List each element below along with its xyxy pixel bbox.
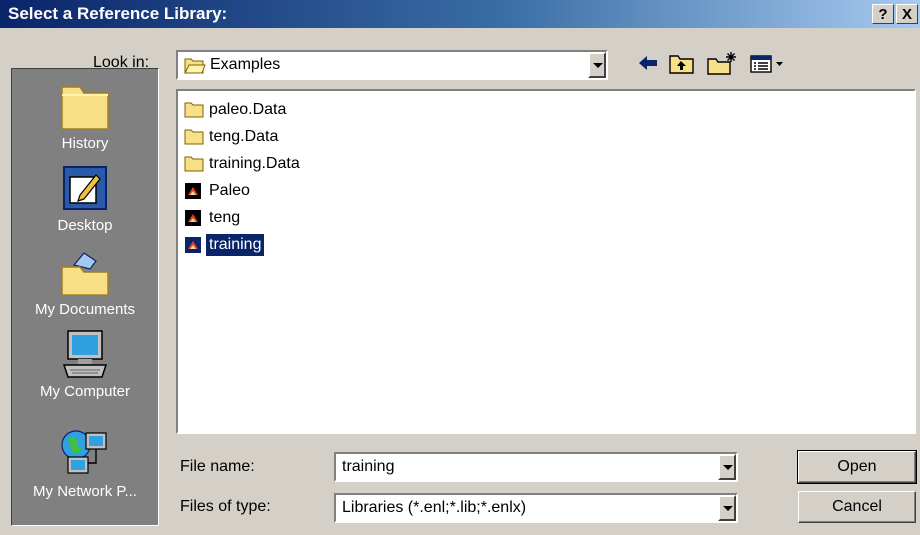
open-button[interactable]: Open xyxy=(797,450,917,484)
cancel-button[interactable]: Cancel xyxy=(798,491,916,523)
file-name: Paleo xyxy=(209,182,250,199)
dialog-title: Select a Reference Library: xyxy=(8,4,228,23)
look-in-dropdown[interactable]: Examples xyxy=(176,50,608,80)
view-menu-icon[interactable] xyxy=(748,51,788,75)
place-desktop[interactable]: Desktop xyxy=(12,161,158,234)
place-label: History xyxy=(61,135,109,152)
back-arrow-icon[interactable] xyxy=(636,51,660,75)
history-icon xyxy=(61,86,109,130)
file-name-combo[interactable]: training xyxy=(334,452,738,482)
help-button[interactable]: ? xyxy=(872,4,894,24)
desktop-icon xyxy=(63,166,107,210)
place-my-documents[interactable]: My Documents xyxy=(12,245,158,318)
file-name-input[interactable]: training xyxy=(342,454,394,480)
look-in-value: Examples xyxy=(210,56,281,73)
my-network-places-icon xyxy=(61,430,107,474)
my-documents-icon xyxy=(61,252,109,296)
folder-icon xyxy=(184,102,204,118)
close-button[interactable]: X xyxy=(896,4,918,24)
file-name: training.Data xyxy=(209,155,300,172)
place-my-computer[interactable]: My Computer xyxy=(12,327,158,400)
my-computer-icon xyxy=(62,330,108,378)
file-type-dropdown[interactable]: Libraries (*.enl;*.lib;*.enlx) xyxy=(334,493,738,523)
look-in-dropdown-arrow[interactable] xyxy=(588,52,606,78)
place-my-network[interactable]: My Network P... xyxy=(12,427,158,500)
endnote-library-icon xyxy=(185,183,201,199)
file-type-value: Libraries (*.enl;*.lib;*.enlx) xyxy=(342,499,527,516)
place-label: My Computer xyxy=(39,383,131,400)
title-bar: Select a Reference Library: ? X xyxy=(0,0,920,28)
up-one-level-icon[interactable] xyxy=(668,51,696,75)
file-type-label: Files of type: xyxy=(180,498,271,515)
endnote-library-icon xyxy=(185,237,201,253)
file-name: paleo.Data xyxy=(209,101,287,118)
folder-icon xyxy=(184,129,204,145)
file-name-label: File name: xyxy=(180,458,255,475)
file-name-dropdown-arrow[interactable] xyxy=(718,454,736,480)
create-new-folder-icon[interactable] xyxy=(706,51,740,75)
file-name: teng xyxy=(209,209,241,226)
file-list[interactable]: paleo.Data teng.Data training.Data Paleo… xyxy=(176,89,916,434)
file-type-dropdown-arrow[interactable] xyxy=(718,495,736,521)
file-name: teng.Data xyxy=(209,128,279,145)
folder-open-icon xyxy=(184,58,206,74)
place-label: My Documents xyxy=(34,301,136,318)
place-history[interactable]: History xyxy=(12,79,158,152)
place-label: My Network P... xyxy=(33,483,137,500)
places-bar: History Desktop My Documents My Computer xyxy=(11,68,159,526)
endnote-library-icon xyxy=(185,210,201,226)
place-label: Desktop xyxy=(57,217,113,234)
folder-icon xyxy=(184,156,204,172)
file-name: training xyxy=(206,234,265,256)
